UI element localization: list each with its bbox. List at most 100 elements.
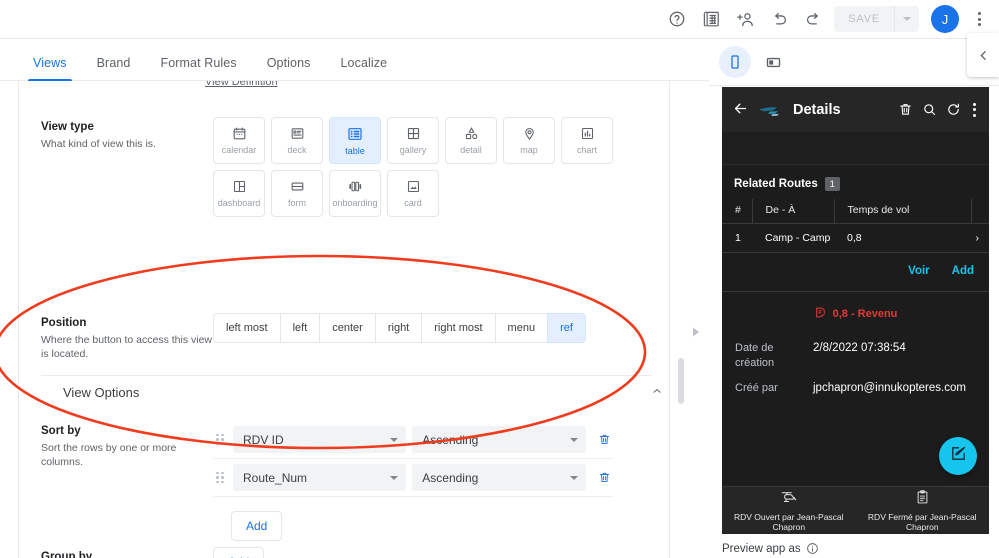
chevron-right-icon[interactable]: › bbox=[971, 223, 989, 253]
position-ref[interactable]: ref bbox=[547, 313, 586, 343]
tab-format-rules[interactable]: Format Rules bbox=[145, 56, 251, 80]
tab-views[interactable]: Views bbox=[18, 56, 82, 81]
tablet-preview-icon[interactable] bbox=[757, 46, 789, 78]
search-icon[interactable] bbox=[922, 102, 937, 117]
field-key: Date de création bbox=[735, 342, 775, 369]
cell-index: 1 bbox=[722, 223, 752, 253]
expand-panel-arrow-icon[interactable] bbox=[691, 325, 701, 337]
position-section: Position Where the button to access this… bbox=[19, 313, 669, 361]
more-vert-icon[interactable] bbox=[970, 102, 979, 117]
tab-options[interactable]: Options bbox=[252, 56, 326, 80]
position-right-most[interactable]: right most bbox=[421, 313, 495, 343]
refresh-icon[interactable] bbox=[946, 102, 961, 117]
position-center[interactable]: center bbox=[319, 313, 375, 343]
undo-icon[interactable] bbox=[762, 2, 796, 36]
position-left[interactable]: left bbox=[279, 313, 320, 343]
table-header-row: # De - À Temps de vol bbox=[722, 199, 989, 224]
field-key: Créé par bbox=[735, 382, 778, 394]
column-header-temps-de-vol: Temps de vol bbox=[834, 199, 972, 224]
view-type-card[interactable]: card bbox=[387, 170, 439, 217]
info-icon[interactable] bbox=[806, 542, 819, 555]
save-button-group[interactable]: SAVE bbox=[834, 6, 919, 32]
sort-direction-select[interactable]: Ascending bbox=[412, 426, 586, 453]
preview-app-as-label: Preview app as bbox=[722, 542, 801, 555]
view-definition-link[interactable]: View Definition bbox=[205, 81, 278, 88]
back-arrow-icon[interactable] bbox=[732, 100, 749, 120]
group-by-add-button[interactable]: Add bbox=[213, 547, 265, 558]
add-button[interactable]: Add bbox=[952, 265, 974, 277]
collapse-preview-button[interactable] bbox=[967, 33, 999, 77]
phone-preview-icon[interactable] bbox=[719, 46, 751, 78]
view-type-label-text: chart bbox=[576, 145, 597, 155]
sort-row: RDV ID Ascending bbox=[213, 421, 613, 459]
help-icon[interactable] bbox=[660, 2, 694, 36]
sort-direction-value: Ascending bbox=[422, 470, 479, 485]
view-type-gallery[interactable]: gallery bbox=[387, 117, 439, 164]
view-type-detail[interactable]: detail bbox=[445, 117, 497, 164]
view-type-onboarding[interactable]: onboarding bbox=[329, 170, 381, 217]
chevron-up-icon[interactable] bbox=[651, 385, 663, 400]
vertical-scrollbar[interactable] bbox=[678, 358, 684, 404]
sort-by-rows: RDV ID Ascending Route_Num Ascending bbox=[213, 421, 613, 497]
cell-temps-de-vol: 0,8 bbox=[834, 223, 971, 253]
view-type-calendar[interactable]: calendar bbox=[213, 117, 265, 164]
table-icon bbox=[347, 126, 363, 142]
section-title: Sort by bbox=[41, 425, 81, 437]
bottom-action-rdv-ouvert[interactable]: RDV Ouvert par Jean-Pascal Chapron bbox=[722, 487, 856, 534]
field-value: 2/8/2022 07:38:54 bbox=[813, 342, 906, 354]
tab-localize[interactable]: Localize bbox=[325, 56, 402, 80]
view-options-title: View Options bbox=[63, 385, 140, 400]
delete-icon[interactable] bbox=[596, 433, 613, 446]
view-type-chart[interactable]: chart bbox=[561, 117, 613, 164]
section-title: View type bbox=[41, 121, 94, 133]
view-type-dashboard[interactable]: dashboard bbox=[213, 170, 265, 217]
sort-by-add-button[interactable]: Add bbox=[231, 511, 283, 541]
drag-handle-icon[interactable] bbox=[213, 433, 227, 446]
app-preview-pane: Details Related Routes 1 # De - À Temps … bbox=[709, 33, 999, 558]
related-routes-label: Related Routes bbox=[734, 178, 818, 190]
view-type-map[interactable]: map bbox=[503, 117, 555, 164]
revenu-summary: 0,8 - Revenu bbox=[722, 292, 989, 336]
section-title: Position bbox=[41, 317, 87, 329]
drag-handle-icon[interactable] bbox=[213, 471, 227, 484]
view-type-label-text: form bbox=[288, 198, 306, 208]
chart-icon bbox=[580, 126, 595, 141]
position-right[interactable]: right bbox=[374, 313, 422, 343]
column-header-de-a: De - À bbox=[752, 199, 835, 224]
view-type-label-text: calendar bbox=[221, 145, 257, 155]
redo-icon[interactable] bbox=[796, 2, 830, 36]
sort-direction-value: Ascending bbox=[422, 432, 479, 447]
view-type-label-text: map bbox=[520, 145, 538, 155]
avatar[interactable]: J bbox=[931, 5, 959, 33]
bottom-action-label: RDV Ouvert par Jean-Pascal Chapron bbox=[733, 511, 844, 532]
more-vert-icon[interactable] bbox=[965, 4, 993, 34]
delete-icon[interactable] bbox=[898, 102, 913, 117]
sort-column-select[interactable]: Route_Num bbox=[233, 464, 407, 491]
sort-direction-select[interactable]: Ascending bbox=[412, 464, 586, 491]
bottom-action-rdv-ferme[interactable]: RDV Fermé par Jean-Pascal Chapron bbox=[856, 487, 990, 534]
phone-title: Details bbox=[793, 101, 841, 118]
save-button[interactable]: SAVE bbox=[834, 6, 895, 32]
view-type-label-text: deck bbox=[287, 145, 307, 155]
voir-button[interactable]: Voir bbox=[908, 265, 930, 277]
column-header-blank bbox=[971, 199, 989, 224]
app-gallery-icon[interactable] bbox=[694, 2, 728, 36]
onboarding-icon bbox=[347, 179, 363, 194]
table-row[interactable]: 1 Camp - Camp 0,8 › bbox=[722, 223, 989, 253]
calendar-icon bbox=[232, 126, 247, 141]
phone-preview: Details Related Routes 1 # De - À Temps … bbox=[722, 87, 989, 534]
save-dropdown-caret[interactable] bbox=[895, 6, 919, 32]
related-routes-table: # De - À Temps de vol 1 Camp - Camp 0,8 … bbox=[722, 199, 989, 253]
view-type-table[interactable]: table bbox=[329, 117, 381, 164]
sort-column-select[interactable]: RDV ID bbox=[233, 426, 407, 453]
position-menu[interactable]: menu bbox=[494, 313, 548, 343]
edit-fab-button[interactable] bbox=[939, 437, 977, 475]
position-left-most[interactable]: left most bbox=[213, 313, 280, 343]
view-type-form[interactable]: form bbox=[271, 170, 323, 217]
delete-icon[interactable] bbox=[596, 471, 613, 484]
view-options-header[interactable]: View Options bbox=[63, 385, 669, 400]
add-user-icon[interactable] bbox=[728, 2, 762, 36]
section-description: What kind of view this is. bbox=[41, 138, 156, 150]
view-type-deck[interactable]: deck bbox=[271, 117, 323, 164]
tab-brand[interactable]: Brand bbox=[82, 56, 146, 80]
